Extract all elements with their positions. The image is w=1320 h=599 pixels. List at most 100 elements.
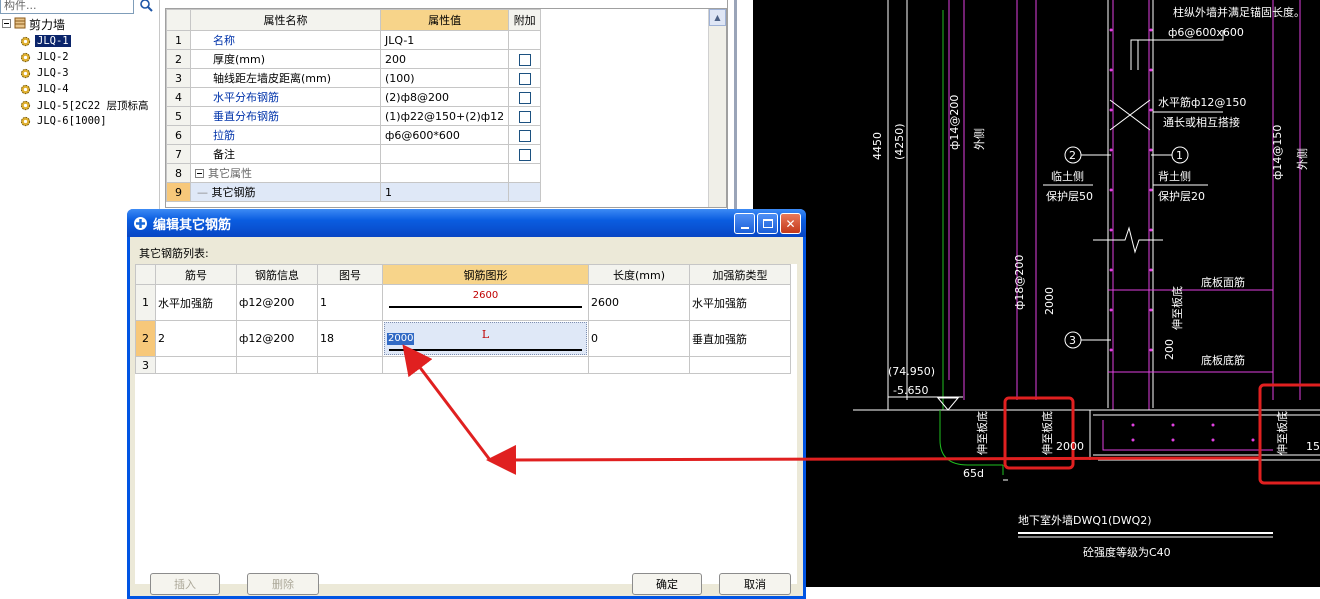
property-group-row[interactable]: 8 其它属性	[166, 163, 542, 183]
tree-collapse-icon[interactable]	[2, 18, 11, 31]
rebar-grid: 筋号 钢筋信息 图号 钢筋图形 长度(mm) 加强筋类型 1 水平加强筋 ф12…	[135, 264, 797, 584]
bar-no-cell[interactable]	[155, 356, 237, 374]
cad-text: 2000	[1056, 440, 1084, 453]
cad-text: 保护层20	[1158, 189, 1205, 203]
rebar-shape-cell[interactable]: 2600	[382, 284, 589, 321]
cad-text: 200	[1163, 339, 1176, 360]
rebar-shape-cell[interactable]	[382, 356, 589, 374]
gear-icon	[20, 116, 31, 126]
header-property-name[interactable]: 属性名称	[190, 9, 381, 31]
rebar-list-label: 其它钢筋列表:	[139, 247, 209, 260]
property-name: 名称	[190, 30, 381, 50]
header-extra[interactable]: 附加	[508, 9, 542, 31]
property-value[interactable]	[379, 144, 510, 164]
bar-no-cell[interactable]: 水平加强筋	[155, 284, 237, 321]
rebar-info-cell[interactable]	[236, 356, 318, 374]
scroll-up-icon[interactable]: ▲	[709, 9, 726, 26]
extra-checkbox[interactable]	[518, 129, 531, 142]
property-row[interactable]: 7 备注	[166, 144, 542, 164]
header-reinforcement-type[interactable]: 加强筋类型	[689, 264, 791, 285]
tree-item-jlq-2[interactable]: JLQ-2	[20, 49, 71, 65]
length-cell[interactable]	[588, 356, 690, 374]
property-value[interactable]: ф6@600*600	[379, 125, 510, 145]
header-figure-no[interactable]: 图号	[317, 264, 383, 285]
row-number: 2	[135, 320, 156, 357]
cancel-button[interactable]: 取消	[719, 573, 791, 595]
figure-no-cell[interactable]	[317, 356, 383, 374]
property-grid-scrollbar[interactable]: ▲	[708, 9, 726, 207]
property-value[interactable]: 200	[379, 49, 510, 69]
dialog-title-bar[interactable]: 编辑其它钢筋 ✕	[127, 209, 806, 237]
figure-no-cell[interactable]: 18	[317, 320, 383, 357]
property-row[interactable]: 6 拉筋 ф6@600*600	[166, 125, 542, 145]
cad-text: ф6@600x600	[1168, 26, 1244, 39]
cad-text: 外侧	[973, 128, 986, 150]
tree-item-jlq-1[interactable]: JLQ-1	[20, 33, 71, 49]
cad-text: 4450	[871, 132, 884, 160]
extra-checkbox[interactable]	[518, 148, 531, 161]
tree-item-jlq-3[interactable]: JLQ-3	[20, 65, 71, 81]
property-value[interactable]: 1	[379, 182, 510, 202]
rebar-info-cell[interactable]: ф12@200	[236, 284, 318, 321]
cad-text: 外侧	[1296, 148, 1309, 170]
property-value[interactable]: JLQ-1	[379, 30, 510, 50]
property-row[interactable]: 3 轴线距左墙皮距离(mm) (100)	[166, 68, 542, 88]
property-row-selected[interactable]: 9 — 其它钢筋 1	[166, 182, 542, 202]
tree-item-jlq-6[interactable]: JLQ-6[1000]	[20, 113, 109, 129]
shape-length-edit-input[interactable]: 2000	[387, 333, 415, 345]
property-value[interactable]: (2)ф8@200	[379, 87, 510, 107]
maximize-button[interactable]	[757, 213, 778, 234]
extra-checkbox[interactable]	[518, 110, 531, 123]
property-value[interactable]: (1)ф22@150+(2)ф12	[379, 106, 510, 126]
tree-item-jlq-5[interactable]: JLQ-5[2C22 层顶标高	[20, 97, 151, 113]
length-cell[interactable]: 0	[588, 320, 690, 357]
figure-no-cell[interactable]: 1	[317, 284, 383, 321]
rebar-info-cell[interactable]: ф12@200	[236, 320, 318, 357]
header-rebar-info[interactable]: 钢筋信息	[236, 264, 318, 285]
property-row[interactable]: 5 垂直分布钢筋 (1)ф22@150+(2)ф12	[166, 106, 542, 126]
group-collapse-icon[interactable]	[195, 168, 204, 181]
property-row[interactable]: 4 水平分布钢筋 (2)ф8@200	[166, 87, 542, 107]
close-button[interactable]: ✕	[780, 213, 801, 234]
row-number: 2	[166, 49, 191, 69]
property-name: 厚度(mm)	[190, 49, 381, 69]
header-rebar-shape[interactable]: 钢筋图形	[382, 264, 589, 285]
rebar-row-selected[interactable]: 2 2 ф12@200 18 L 2000 0 垂直加强筋	[135, 320, 791, 357]
cad-text: ф18@200	[1013, 255, 1026, 310]
reinforcement-type-cell[interactable]: 水平加强筋	[689, 284, 791, 321]
property-grid: 属性名称 属性值 附加 1 名称 JLQ-1 2 厚度(mm) 200 3 轴线…	[165, 8, 727, 208]
header-bar-no[interactable]: 筋号	[155, 264, 237, 285]
cad-drawing-subtitle: 砼强度等级为C40	[1083, 545, 1171, 559]
cad-text: 65d	[963, 467, 984, 480]
cad-text: 背土侧	[1158, 169, 1191, 183]
extra-checkbox[interactable]	[518, 91, 531, 104]
row-number: 9	[166, 182, 191, 202]
property-row[interactable]: 1 名称 JLQ-1	[166, 30, 542, 50]
extra-checkbox[interactable]	[518, 53, 531, 66]
tree-root-shear-wall[interactable]: 剪力墙	[2, 16, 65, 32]
tree-item-jlq-4[interactable]: JLQ-4	[20, 81, 71, 97]
extra-cell	[508, 182, 542, 202]
header-property-value[interactable]: 属性值	[379, 9, 510, 31]
search-input[interactable]: 构件...	[0, 0, 134, 14]
bar-no-cell[interactable]: 2	[155, 320, 237, 357]
insert-button[interactable]: 插入	[150, 573, 220, 595]
property-value[interactable]: (100)	[379, 68, 510, 88]
extra-checkbox[interactable]	[518, 72, 531, 85]
header-length[interactable]: 长度(mm)	[588, 264, 690, 285]
property-row[interactable]: 2 厚度(mm) 200	[166, 49, 542, 69]
cad-text: 临土侧	[1051, 169, 1084, 183]
cad-text: 柱纵外墙并满足锚固长度。	[1173, 5, 1305, 19]
ok-button[interactable]: 确定	[632, 573, 702, 595]
rebar-shape-cell[interactable]: L 2000	[382, 320, 589, 357]
cad-text: 底板面筋	[1201, 275, 1245, 289]
reinforcement-type-cell[interactable]	[689, 356, 791, 374]
rebar-row-empty[interactable]: 3	[135, 356, 791, 374]
delete-button[interactable]: 删除	[247, 573, 319, 595]
rebar-row[interactable]: 1 水平加强筋 ф12@200 1 2600 2600 水平加强筋	[135, 284, 791, 321]
row-number: 4	[166, 87, 191, 107]
search-icon[interactable]	[136, 0, 156, 14]
length-cell[interactable]: 2600	[588, 284, 690, 321]
minimize-button[interactable]	[734, 213, 755, 234]
reinforcement-type-cell[interactable]: 垂直加强筋	[689, 320, 791, 357]
